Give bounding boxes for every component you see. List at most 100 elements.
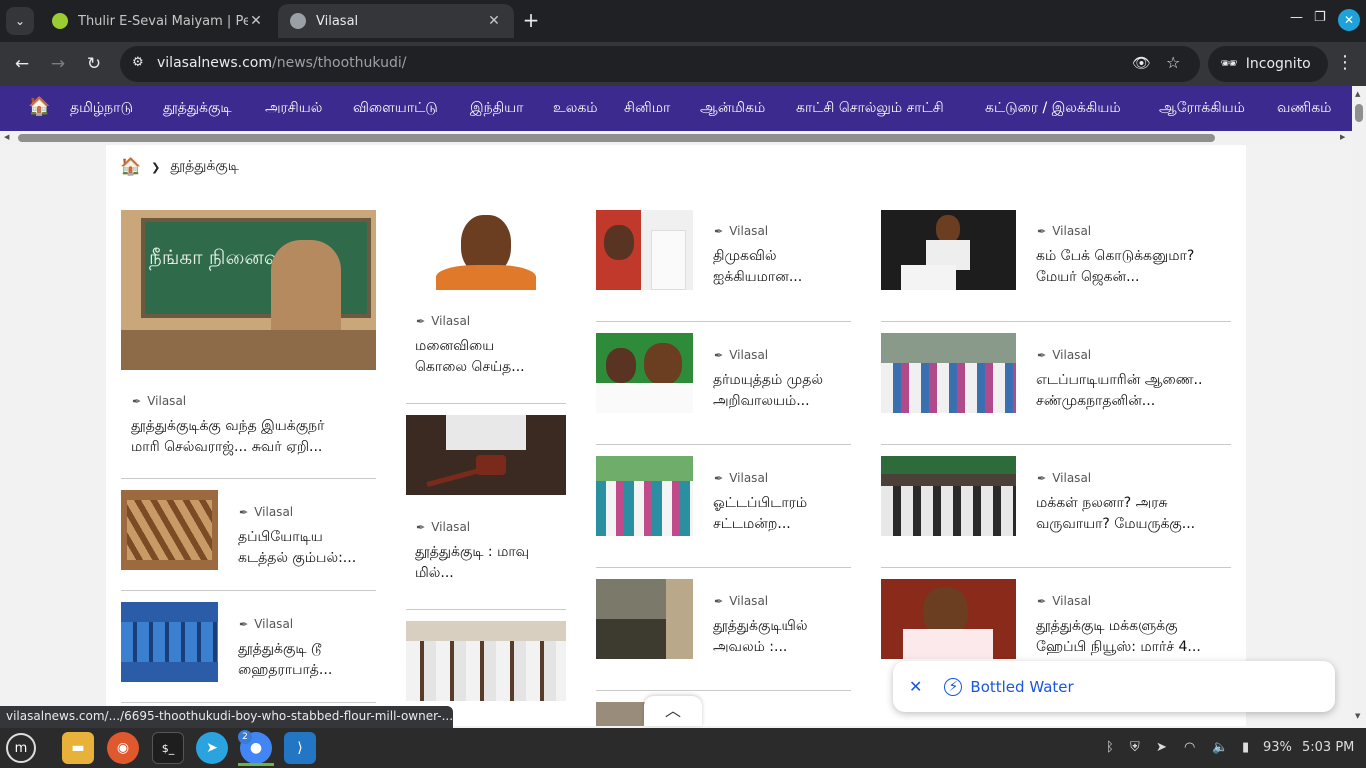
close-icon[interactable]: ✕ bbox=[909, 677, 922, 696]
article-image-tasmac-shop[interactable] bbox=[881, 456, 1016, 536]
nav-cinema[interactable]: சினிமா bbox=[624, 100, 670, 118]
article-headline[interactable]: தூத்துக்குடி மக்களுக்கு ஹேப்பி நியூஸ்: மா… bbox=[1036, 616, 1201, 658]
url-text[interactable]: vilasalnews.com/news/thoothukudi/ bbox=[157, 55, 406, 71]
article-image-mayor-speech[interactable] bbox=[881, 210, 1016, 290]
article-headline[interactable]: தூத்துக்குடி : மாவு மில்... bbox=[415, 542, 529, 584]
article-headline[interactable]: தப்பியோடிய கடத்தல் கும்பல்:... bbox=[238, 527, 356, 569]
lightning-icon: ⚡ bbox=[944, 677, 963, 696]
article-headline[interactable]: தர்மயுத்தம் முதல் அறிவாலயம்... bbox=[713, 370, 823, 412]
divider bbox=[596, 444, 851, 445]
nav-politics[interactable]: அரசியல் bbox=[265, 100, 322, 118]
scroll-to-top-button[interactable]: ︿ bbox=[644, 696, 702, 726]
tab-close-icon[interactable]: ✕ bbox=[486, 13, 502, 29]
pen-nib-icon: ✒ bbox=[1037, 594, 1047, 608]
telegram-icon[interactable]: ➤ bbox=[196, 732, 228, 764]
tab-search-chevron-icon[interactable]: ⌄ bbox=[6, 7, 34, 35]
suggestion-toast[interactable]: ✕ ⚡ Bottled Water bbox=[893, 661, 1335, 712]
article-source: ✒ Vilasal bbox=[1037, 471, 1092, 485]
globe-icon bbox=[290, 13, 306, 29]
article-headline[interactable]: தூத்துக்குடியில் அவலம் :... bbox=[713, 616, 807, 658]
nav-india[interactable]: இந்தியா bbox=[470, 100, 523, 118]
telegram-tray-icon[interactable]: ➤ bbox=[1156, 740, 1167, 755]
scrollbar-thumb[interactable] bbox=[1355, 104, 1363, 122]
content-container: 🏠 ❯ தூத்துக்குடி நீங்கா நினைவுகள் ✒ Vilas… bbox=[106, 145, 1246, 726]
article-image-dmk-join[interactable] bbox=[596, 210, 693, 290]
clock[interactable]: 5:03 PM bbox=[1302, 740, 1354, 755]
pen-nib-icon: ✒ bbox=[714, 471, 724, 485]
pen-nib-icon: ✒ bbox=[1037, 471, 1047, 485]
article-image-teacher[interactable]: நீங்கா நினைவுகள் bbox=[121, 210, 376, 370]
article-image-man-portrait[interactable] bbox=[406, 210, 566, 290]
nav-health[interactable]: ஆரோக்கியம் bbox=[1159, 100, 1245, 118]
shield-update-icon[interactable]: ⛨ bbox=[1130, 740, 1140, 755]
tab-close-icon[interactable]: ✕ bbox=[248, 13, 264, 29]
nav-world[interactable]: உலகம் bbox=[553, 100, 598, 118]
divider bbox=[121, 478, 376, 479]
nav-spiritual[interactable]: ஆன்மிகம் bbox=[700, 100, 765, 118]
page-vertical-scrollbar[interactable]: ▲ ▼ bbox=[1352, 86, 1366, 726]
new-tab-plus-icon[interactable]: + bbox=[520, 9, 542, 31]
scroll-down-arrow-icon[interactable]: ▼ bbox=[1355, 712, 1360, 720]
article-headline[interactable]: மனைவியை கொலை செய்த... bbox=[415, 336, 525, 378]
breadcrumb-home-icon[interactable]: 🏠 bbox=[120, 157, 141, 177]
nav-articles-literature[interactable]: கட்டுரை / இலக்கியம் bbox=[985, 100, 1121, 118]
article-source: ✒ Vilasal bbox=[416, 314, 471, 328]
nav-photo-evidence[interactable]: காட்சி சொல்லும் சாட்சி bbox=[796, 100, 944, 118]
article-image-train[interactable] bbox=[121, 602, 218, 682]
nav-tamilnadu[interactable]: தமிழ்நாடு bbox=[70, 100, 133, 118]
wifi-icon[interactable]: ◠ bbox=[1184, 740, 1195, 755]
article-headline[interactable]: திமுகவில் ஐக்கியமான... bbox=[713, 246, 802, 288]
nav-sports[interactable]: விளையாட்டு bbox=[353, 100, 438, 118]
battery-icon[interactable]: ▮ bbox=[1242, 740, 1249, 755]
pen-nib-icon: ✒ bbox=[1037, 348, 1047, 362]
article-headline[interactable]: மக்கள் நலனா? அரசு வருவாயா? மேயருக்கு... bbox=[1036, 493, 1195, 535]
scrollbar-thumb[interactable] bbox=[18, 134, 1215, 142]
tab-thulir[interactable]: Thulir E-Sevai Maiyam | Peran ✕ bbox=[40, 4, 276, 38]
article-image-gavel[interactable] bbox=[406, 415, 566, 495]
article-headline[interactable]: தூத்துக்குடிக்கு வந்த இயக்குநர் மாரி செல்… bbox=[131, 416, 324, 458]
article-image-drainage[interactable] bbox=[596, 579, 693, 659]
window-close-icon[interactable]: ✕ bbox=[1338, 9, 1360, 31]
reload-icon[interactable]: ↻ bbox=[82, 52, 106, 76]
mint-menu-icon[interactable]: m bbox=[6, 733, 36, 763]
terminal-icon[interactable]: $_ bbox=[152, 732, 184, 764]
tracking-protection-eye-icon[interactable]: 👁 bbox=[1132, 54, 1151, 72]
article-headline[interactable]: எடப்பாடியாரின் ஆணை.. சண்முகநாதனின்... bbox=[1036, 370, 1202, 412]
incognito-badge[interactable]: 🕶 Incognito bbox=[1208, 46, 1328, 82]
firefox-icon[interactable]: ◉ bbox=[107, 732, 139, 764]
nav-thoothukudi[interactable]: தூத்துக்குடி bbox=[163, 100, 231, 118]
nav-horizontal-scrollbar[interactable]: ◀ ▶ bbox=[0, 131, 1352, 145]
nav-business[interactable]: வணிகம் bbox=[1277, 100, 1331, 118]
scroll-up-arrow-icon[interactable]: ▲ bbox=[1355, 90, 1360, 98]
article-headline[interactable]: தூத்துக்குடி டூ ஹைதராபாத்... bbox=[238, 639, 332, 681]
pen-nib-icon: ✒ bbox=[1037, 224, 1047, 238]
link-status-bar: vilasalnews.com/.../6695-thoothukudi-boy… bbox=[0, 706, 453, 728]
vscode-icon[interactable]: ⟩ bbox=[284, 732, 316, 764]
maximize-icon[interactable]: ❐ bbox=[1314, 10, 1326, 25]
back-arrow-icon[interactable]: ← bbox=[10, 52, 34, 76]
article-headline[interactable]: கம் பேக் கொடுக்கனுமா? மேயர் ஜெகன்... bbox=[1036, 246, 1194, 288]
files-folder-icon[interactable]: ▬ bbox=[62, 732, 94, 764]
article-image-edappadi-order[interactable] bbox=[881, 333, 1016, 413]
tab-vilasal[interactable]: Vilasal ✕ bbox=[278, 4, 514, 38]
toast-label[interactable]: Bottled Water bbox=[970, 678, 1073, 696]
volume-icon[interactable]: 🔈 bbox=[1212, 740, 1228, 755]
article-image-ottapidaram[interactable] bbox=[596, 456, 693, 536]
home-icon[interactable]: 🏠 bbox=[28, 96, 50, 117]
article-image-sandalwood[interactable] bbox=[121, 490, 218, 570]
article-image-politicians[interactable] bbox=[596, 333, 693, 413]
minimize-icon[interactable]: — bbox=[1290, 10, 1303, 25]
forward-arrow-icon[interactable]: → bbox=[46, 52, 70, 76]
site-settings-icon[interactable]: ⚙ bbox=[132, 55, 144, 70]
pen-nib-icon: ✒ bbox=[239, 505, 249, 519]
divider bbox=[881, 321, 1231, 322]
bookmark-star-icon[interactable]: ☆ bbox=[1166, 53, 1180, 72]
address-bar[interactable]: ⚙ vilasalnews.com/news/thoothukudi/ 👁 ☆ bbox=[120, 46, 1200, 82]
browser-menu-icon[interactable]: ⋮ bbox=[1336, 52, 1354, 73]
article-image-official[interactable] bbox=[881, 579, 1016, 659]
scroll-right-arrow-icon[interactable]: ▶ bbox=[1340, 133, 1345, 141]
article-headline[interactable]: ஓட்டப்பிடாரம் சட்டமன்ற... bbox=[713, 493, 807, 535]
scroll-left-arrow-icon[interactable]: ◀ bbox=[4, 133, 9, 141]
article-image-group-photo[interactable] bbox=[406, 621, 566, 701]
bluetooth-icon[interactable]: ᛒ bbox=[1106, 740, 1114, 755]
